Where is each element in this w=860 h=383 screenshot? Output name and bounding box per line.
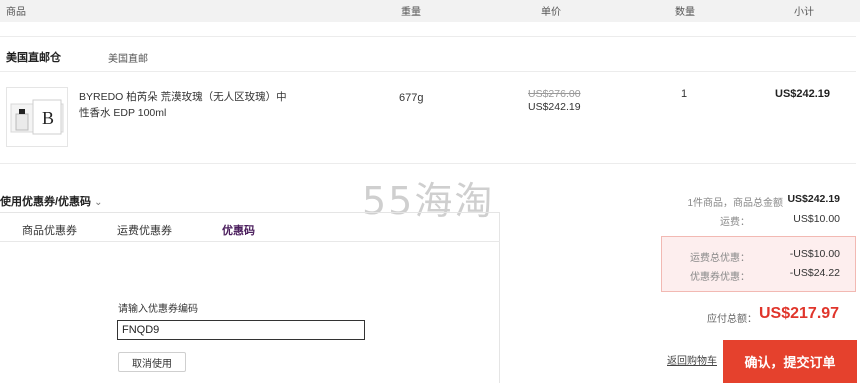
chevron-down-icon: ⌄ <box>94 197 103 208</box>
tab-promo-code[interactable]: 优惠码 <box>222 222 255 238</box>
product-weight: 677g <box>399 92 424 104</box>
cart-header-bar: 商品 重量 单价 数量 小计 <box>0 0 860 22</box>
tab-product-coupon[interactable]: 商品优惠券 <box>22 222 77 238</box>
perfume-box-icon: B <box>10 99 64 135</box>
product-image[interactable]: B <box>6 87 68 147</box>
product-quantity: 1 <box>681 88 688 100</box>
product-price: US$242.19 <box>528 101 581 113</box>
coupon-toggle[interactable]: 使用优惠券/优惠码 ⌄ <box>0 193 102 209</box>
coupon-discount-label: 优惠券优惠： <box>690 272 750 283</box>
product-image-letter: B <box>42 108 54 128</box>
shipping-discount-value: -US$10.00 <box>789 248 840 260</box>
tab-shipping-coupon[interactable]: 运费优惠券 <box>117 222 172 238</box>
product-subtotal: US$242.19 <box>775 88 831 100</box>
col-quantity-header: 数量 <box>675 7 695 18</box>
tab-divider <box>0 241 500 242</box>
coupon-discount-value: -US$24.22 <box>789 267 840 279</box>
payable-label: 应付总额： <box>707 314 757 325</box>
items-total-value: US$242.19 <box>787 193 840 205</box>
warehouse-sub: 美国直邮 <box>108 54 148 65</box>
items-total-label: 1件商品，商品总金额 <box>687 198 783 209</box>
back-to-cart-link[interactable]: 返回购物车 <box>667 352 717 367</box>
payable-total: US$217.97 <box>759 305 840 322</box>
warehouse-row: 美国直邮仓 美国直邮 <box>0 36 856 72</box>
col-weight-header: 重量 <box>401 7 421 18</box>
divider <box>0 163 856 164</box>
product-name[interactable]: BYREDO 柏芮朵 荒漠玫瑰（无人区玫瑰）中性香水 EDP 100ml <box>79 89 294 121</box>
product-original-price: US$276.00 <box>528 88 581 100</box>
shipping-label: 运费： <box>720 217 750 228</box>
col-product-header: 商品 <box>6 7 26 18</box>
col-unit-price-header: 单价 <box>541 7 561 18</box>
cancel-coupon-button[interactable]: 取消使用 <box>118 352 186 372</box>
coupon-code-label: 请输入优惠券编码 <box>118 304 198 315</box>
shipping-discount-label: 运费总优惠： <box>690 253 750 264</box>
coupon-toggle-label: 使用优惠券/优惠码 <box>0 196 92 208</box>
col-subtotal-header: 小计 <box>794 7 814 18</box>
shipping-value: US$10.00 <box>793 213 840 225</box>
warehouse-name: 美国直邮仓 <box>6 52 61 64</box>
discount-summary-box <box>661 236 856 292</box>
coupon-code-input[interactable] <box>117 320 365 340</box>
submit-order-button[interactable]: 确认，提交订单 <box>723 340 857 383</box>
